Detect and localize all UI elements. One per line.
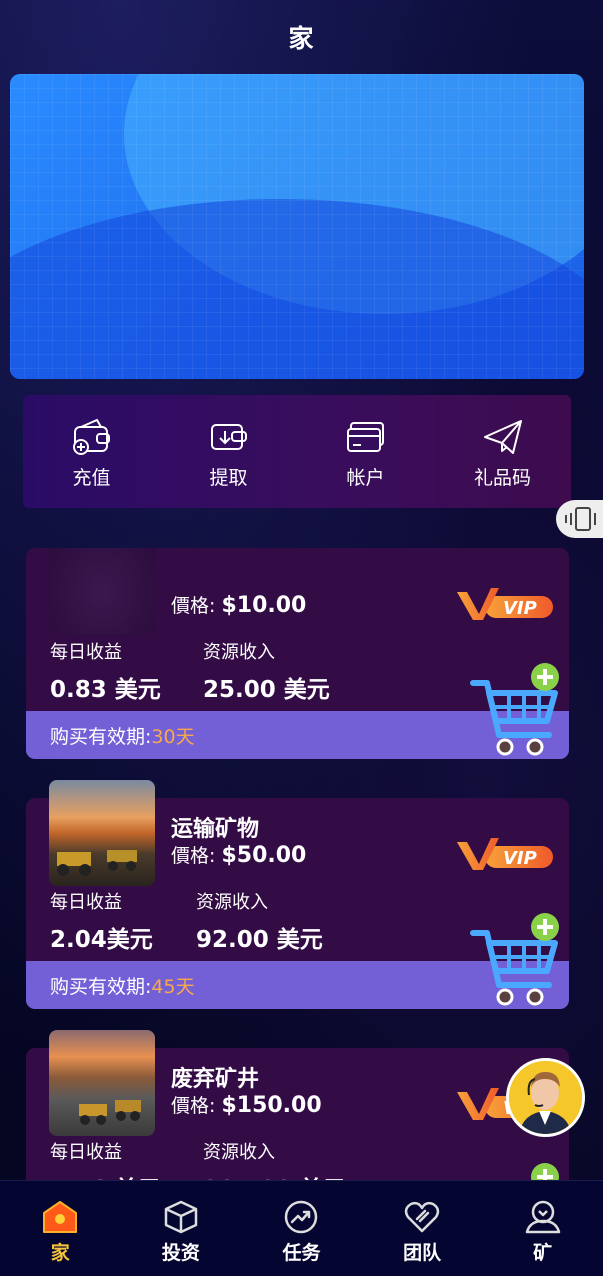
quick-action-label: 礼品码 bbox=[473, 467, 531, 489]
customer-service-avatar[interactable] bbox=[506, 1058, 585, 1137]
price-value: $10.00 bbox=[221, 593, 307, 618]
withdraw-icon bbox=[210, 424, 247, 450]
resource-income-label: 资源收入 bbox=[196, 892, 268, 913]
daily-income-value: 0.83 美元 bbox=[50, 677, 161, 703]
tab-label: 投资 bbox=[161, 1242, 200, 1264]
period-label: 购买有效期: bbox=[50, 725, 152, 748]
price-value: $50.00 bbox=[221, 843, 307, 868]
quick-action-account[interactable]: 帐户 bbox=[297, 395, 434, 508]
product-image bbox=[49, 1030, 155, 1136]
product-image bbox=[49, 548, 155, 634]
vip-badge-icon: VIP bbox=[457, 588, 553, 620]
tab-team[interactable]: 团队 bbox=[362, 1181, 483, 1276]
daily-income-label: 每日收益 bbox=[50, 892, 122, 913]
banner-grid bbox=[10, 74, 584, 379]
card-icon bbox=[346, 422, 384, 452]
mining-truck-image bbox=[57, 850, 137, 876]
paper-plane-icon bbox=[483, 420, 522, 454]
wallet-plus-icon bbox=[72, 418, 110, 455]
product-card[interactable]: 运输矿物 價格: $50.00 VIP 每日收益 资源收入 2.04美元 92.… bbox=[26, 780, 569, 1009]
product-price: 價格: $150.00 bbox=[171, 1091, 322, 1118]
resource-income-value: 25.00 美元 bbox=[203, 677, 330, 703]
price-label: 價格: bbox=[171, 1095, 216, 1117]
bottom-tab-bar: 家 投资 任务 团队 矿 bbox=[0, 1180, 603, 1276]
vip-badge-icon: VIP bbox=[457, 838, 553, 870]
price-label: 價格: bbox=[171, 845, 216, 867]
quick-action-label: 帐户 bbox=[346, 467, 385, 489]
page-title: 家 bbox=[288, 24, 315, 53]
quick-action-gift-code[interactable]: 礼品码 bbox=[434, 395, 571, 508]
add-to-cart-icon[interactable] bbox=[469, 663, 569, 759]
svg-text:VIP: VIP bbox=[503, 848, 537, 869]
add-to-cart-icon[interactable] bbox=[469, 913, 569, 1009]
vibration-phone-icon bbox=[564, 507, 596, 531]
product-price: 價格: $50.00 bbox=[171, 841, 306, 868]
svg-text:VIP: VIP bbox=[503, 598, 537, 619]
resource-income-label: 资源收入 bbox=[203, 642, 275, 663]
support-agent-icon bbox=[509, 1061, 582, 1134]
daily-income-label: 每日收益 bbox=[50, 1142, 122, 1163]
tab-label: 任务 bbox=[282, 1242, 321, 1264]
trend-icon bbox=[285, 1200, 318, 1234]
price-value: $150.00 bbox=[221, 1093, 322, 1118]
quick-action-recharge[interactable]: 充值 bbox=[23, 395, 160, 508]
tab-home[interactable]: 家 bbox=[0, 1181, 121, 1276]
product-card[interactable]: 價格: $10.00 VIP 每日收益 资源收入 0.83 美元 25.00 美… bbox=[26, 548, 569, 759]
period-label: 购买有效期: bbox=[50, 975, 152, 998]
daily-income-value: 2.04美元 bbox=[50, 927, 153, 953]
page-header: 家 bbox=[0, 0, 603, 74]
tab-label: 矿 bbox=[533, 1242, 553, 1264]
price-label: 價格: bbox=[171, 595, 216, 617]
quick-action-withdraw[interactable]: 提取 bbox=[160, 395, 297, 508]
period-days: 30天 bbox=[151, 725, 195, 748]
side-floating-tab[interactable] bbox=[556, 500, 603, 538]
product-title: 废弃矿井 bbox=[171, 1067, 260, 1092]
home-icon bbox=[43, 1201, 78, 1233]
tab-mine[interactable]: 矿 bbox=[482, 1181, 603, 1276]
promo-banner[interactable] bbox=[10, 74, 584, 379]
tab-label: 家 bbox=[50, 1242, 70, 1264]
quick-action-label: 充值 bbox=[72, 467, 111, 489]
resource-income-label: 资源收入 bbox=[203, 1142, 275, 1163]
resource-income-value: 92.00 美元 bbox=[196, 927, 323, 953]
mine-icon bbox=[525, 1200, 560, 1234]
tab-invest[interactable]: 投资 bbox=[121, 1181, 242, 1276]
period-days: 45天 bbox=[151, 975, 195, 998]
quick-action-label: 提取 bbox=[209, 467, 248, 489]
product-image bbox=[49, 780, 155, 886]
product-price: 價格: $10.00 bbox=[171, 591, 306, 618]
cube-icon bbox=[164, 1200, 198, 1234]
quick-actions-panel: 充值 提取 帐户 礼品码 bbox=[23, 395, 571, 508]
tab-label: 团队 bbox=[403, 1242, 442, 1264]
mine-pit-image bbox=[79, 1100, 141, 1125]
daily-income-label: 每日收益 bbox=[50, 642, 122, 663]
tab-tasks[interactable]: 任务 bbox=[241, 1181, 362, 1276]
heart-link-icon bbox=[404, 1201, 440, 1233]
product-title: 运输矿物 bbox=[171, 817, 260, 842]
